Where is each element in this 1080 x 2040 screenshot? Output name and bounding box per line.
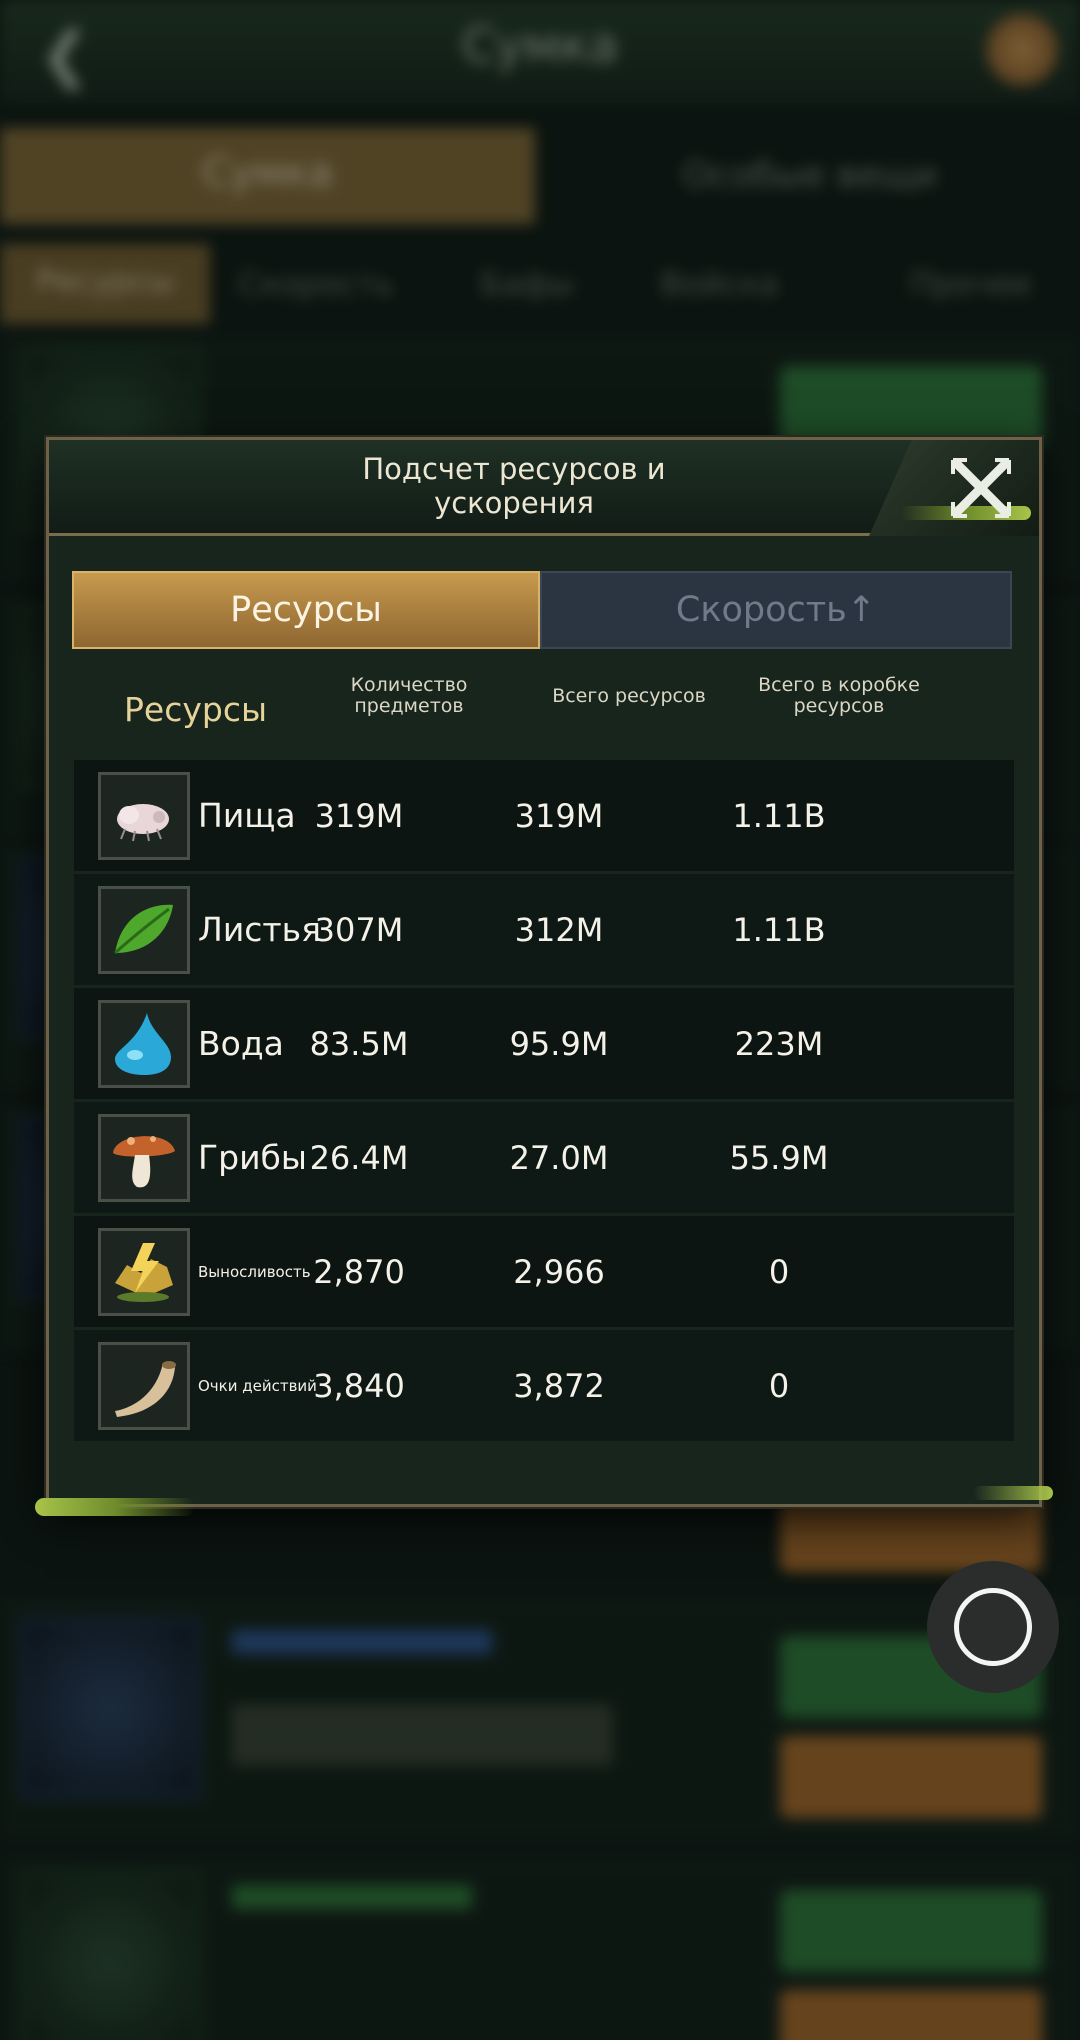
avatar xyxy=(986,14,1058,86)
stamina-icon xyxy=(98,1228,190,1316)
box-total-value: 1.11B xyxy=(732,796,826,835)
table-row: Вода 83.5M 95.9M 223M xyxy=(74,988,1014,1099)
box-total-value: 0 xyxy=(768,1252,790,1291)
bg-subtab-troops-label: Войска xyxy=(660,265,779,303)
total-value: 319M xyxy=(514,796,604,835)
bg-subtab-buffs-label: Бафы xyxy=(480,265,575,303)
bg-page-title: Сумка xyxy=(461,18,619,74)
bg-use-button xyxy=(780,366,1042,448)
leaf-icon xyxy=(98,886,190,974)
table-row: Грибы 26.4M 27.0M 55.9M xyxy=(74,1102,1014,1213)
total-value: 312M xyxy=(514,910,604,949)
mushroom-icon xyxy=(98,1114,190,1202)
bg-item-thumb xyxy=(20,1872,200,2040)
vine-decoration xyxy=(35,1498,195,1516)
table-row: Выносливость 2,870 2,966 0 xyxy=(74,1216,1014,1327)
bg-item-title xyxy=(232,1885,472,1909)
column-header-total-in-box: Всего в коробке ресурсов xyxy=(758,674,920,717)
water-drop-icon xyxy=(98,1000,190,1088)
resource-summary-dialog: Подсчет ресурсов и ускорения Ресурсы Ско… xyxy=(35,437,1053,1516)
bg-tab-special-label: Особые вещи xyxy=(682,155,938,196)
floating-assistive-button[interactable] xyxy=(927,1561,1059,1693)
table-row: Очки действий 3,840 3,872 0 xyxy=(74,1330,1014,1441)
column-header-item-count: Количество предметов xyxy=(350,674,468,717)
box-total-value: 223M xyxy=(734,1024,824,1063)
column-header-resource: Ресурсы xyxy=(124,690,268,729)
resource-name: Вода xyxy=(198,1024,284,1063)
close-icon xyxy=(951,458,1011,518)
bg-subtab-other-label: Прочее xyxy=(910,265,1033,303)
horn-icon xyxy=(98,1342,190,1430)
bg-item-thumb xyxy=(20,1618,200,1798)
vine-decoration xyxy=(973,1486,1053,1500)
column-header-total: Всего ресурсов xyxy=(552,685,706,707)
total-value: 95.9M xyxy=(509,1024,609,1063)
bg-item-desc xyxy=(232,1705,612,1765)
item-count-value: 307M xyxy=(314,910,404,949)
close-button[interactable] xyxy=(943,450,1019,526)
total-value: 3,872 xyxy=(513,1366,605,1405)
item-count-value: 3,840 xyxy=(313,1366,405,1405)
item-count-value: 2,870 xyxy=(313,1252,405,1291)
bg-item-title xyxy=(232,1630,492,1654)
box-total-value: 55.9M xyxy=(729,1138,829,1177)
total-value: 27.0M xyxy=(509,1138,609,1177)
table-row: Листья 307M 312M 1.11B xyxy=(74,874,1014,985)
dialog-tabs: Ресурсы Скорость↑ xyxy=(72,571,1012,649)
total-value: 2,966 xyxy=(513,1252,605,1291)
resource-table: Пища 319M 319M 1.11B Листья 307M 312M 1.… xyxy=(74,760,1014,1444)
item-count-value: 83.5M xyxy=(309,1024,409,1063)
box-total-value: 1.11B xyxy=(732,910,826,949)
bg-subtab-resources-label: Ресурсы xyxy=(35,262,175,300)
item-count-value: 319M xyxy=(314,796,404,835)
box-total-value: 0 xyxy=(768,1366,790,1405)
dialog-header: Подсчет ресурсов и ускорения xyxy=(49,440,1039,536)
tab-speed[interactable]: Скорость↑ xyxy=(540,571,1012,649)
bg-use-button xyxy=(780,1890,1042,1972)
circle-icon xyxy=(954,1588,1032,1666)
bg-tab-bag-label: Сумка xyxy=(202,150,333,196)
dialog-title: Подсчет ресурсов и ускорения xyxy=(362,452,666,520)
table-row: Пища 319M 319M 1.11B xyxy=(74,760,1014,871)
bg-subtab-speed-label: Скорость xyxy=(238,265,395,303)
food-icon xyxy=(98,772,190,860)
tab-resources[interactable]: Ресурсы xyxy=(72,571,540,649)
bg-buy-button xyxy=(780,1736,1042,1818)
item-count-value: 26.4M xyxy=(309,1138,409,1177)
bg-buy-button xyxy=(780,1990,1042,2040)
